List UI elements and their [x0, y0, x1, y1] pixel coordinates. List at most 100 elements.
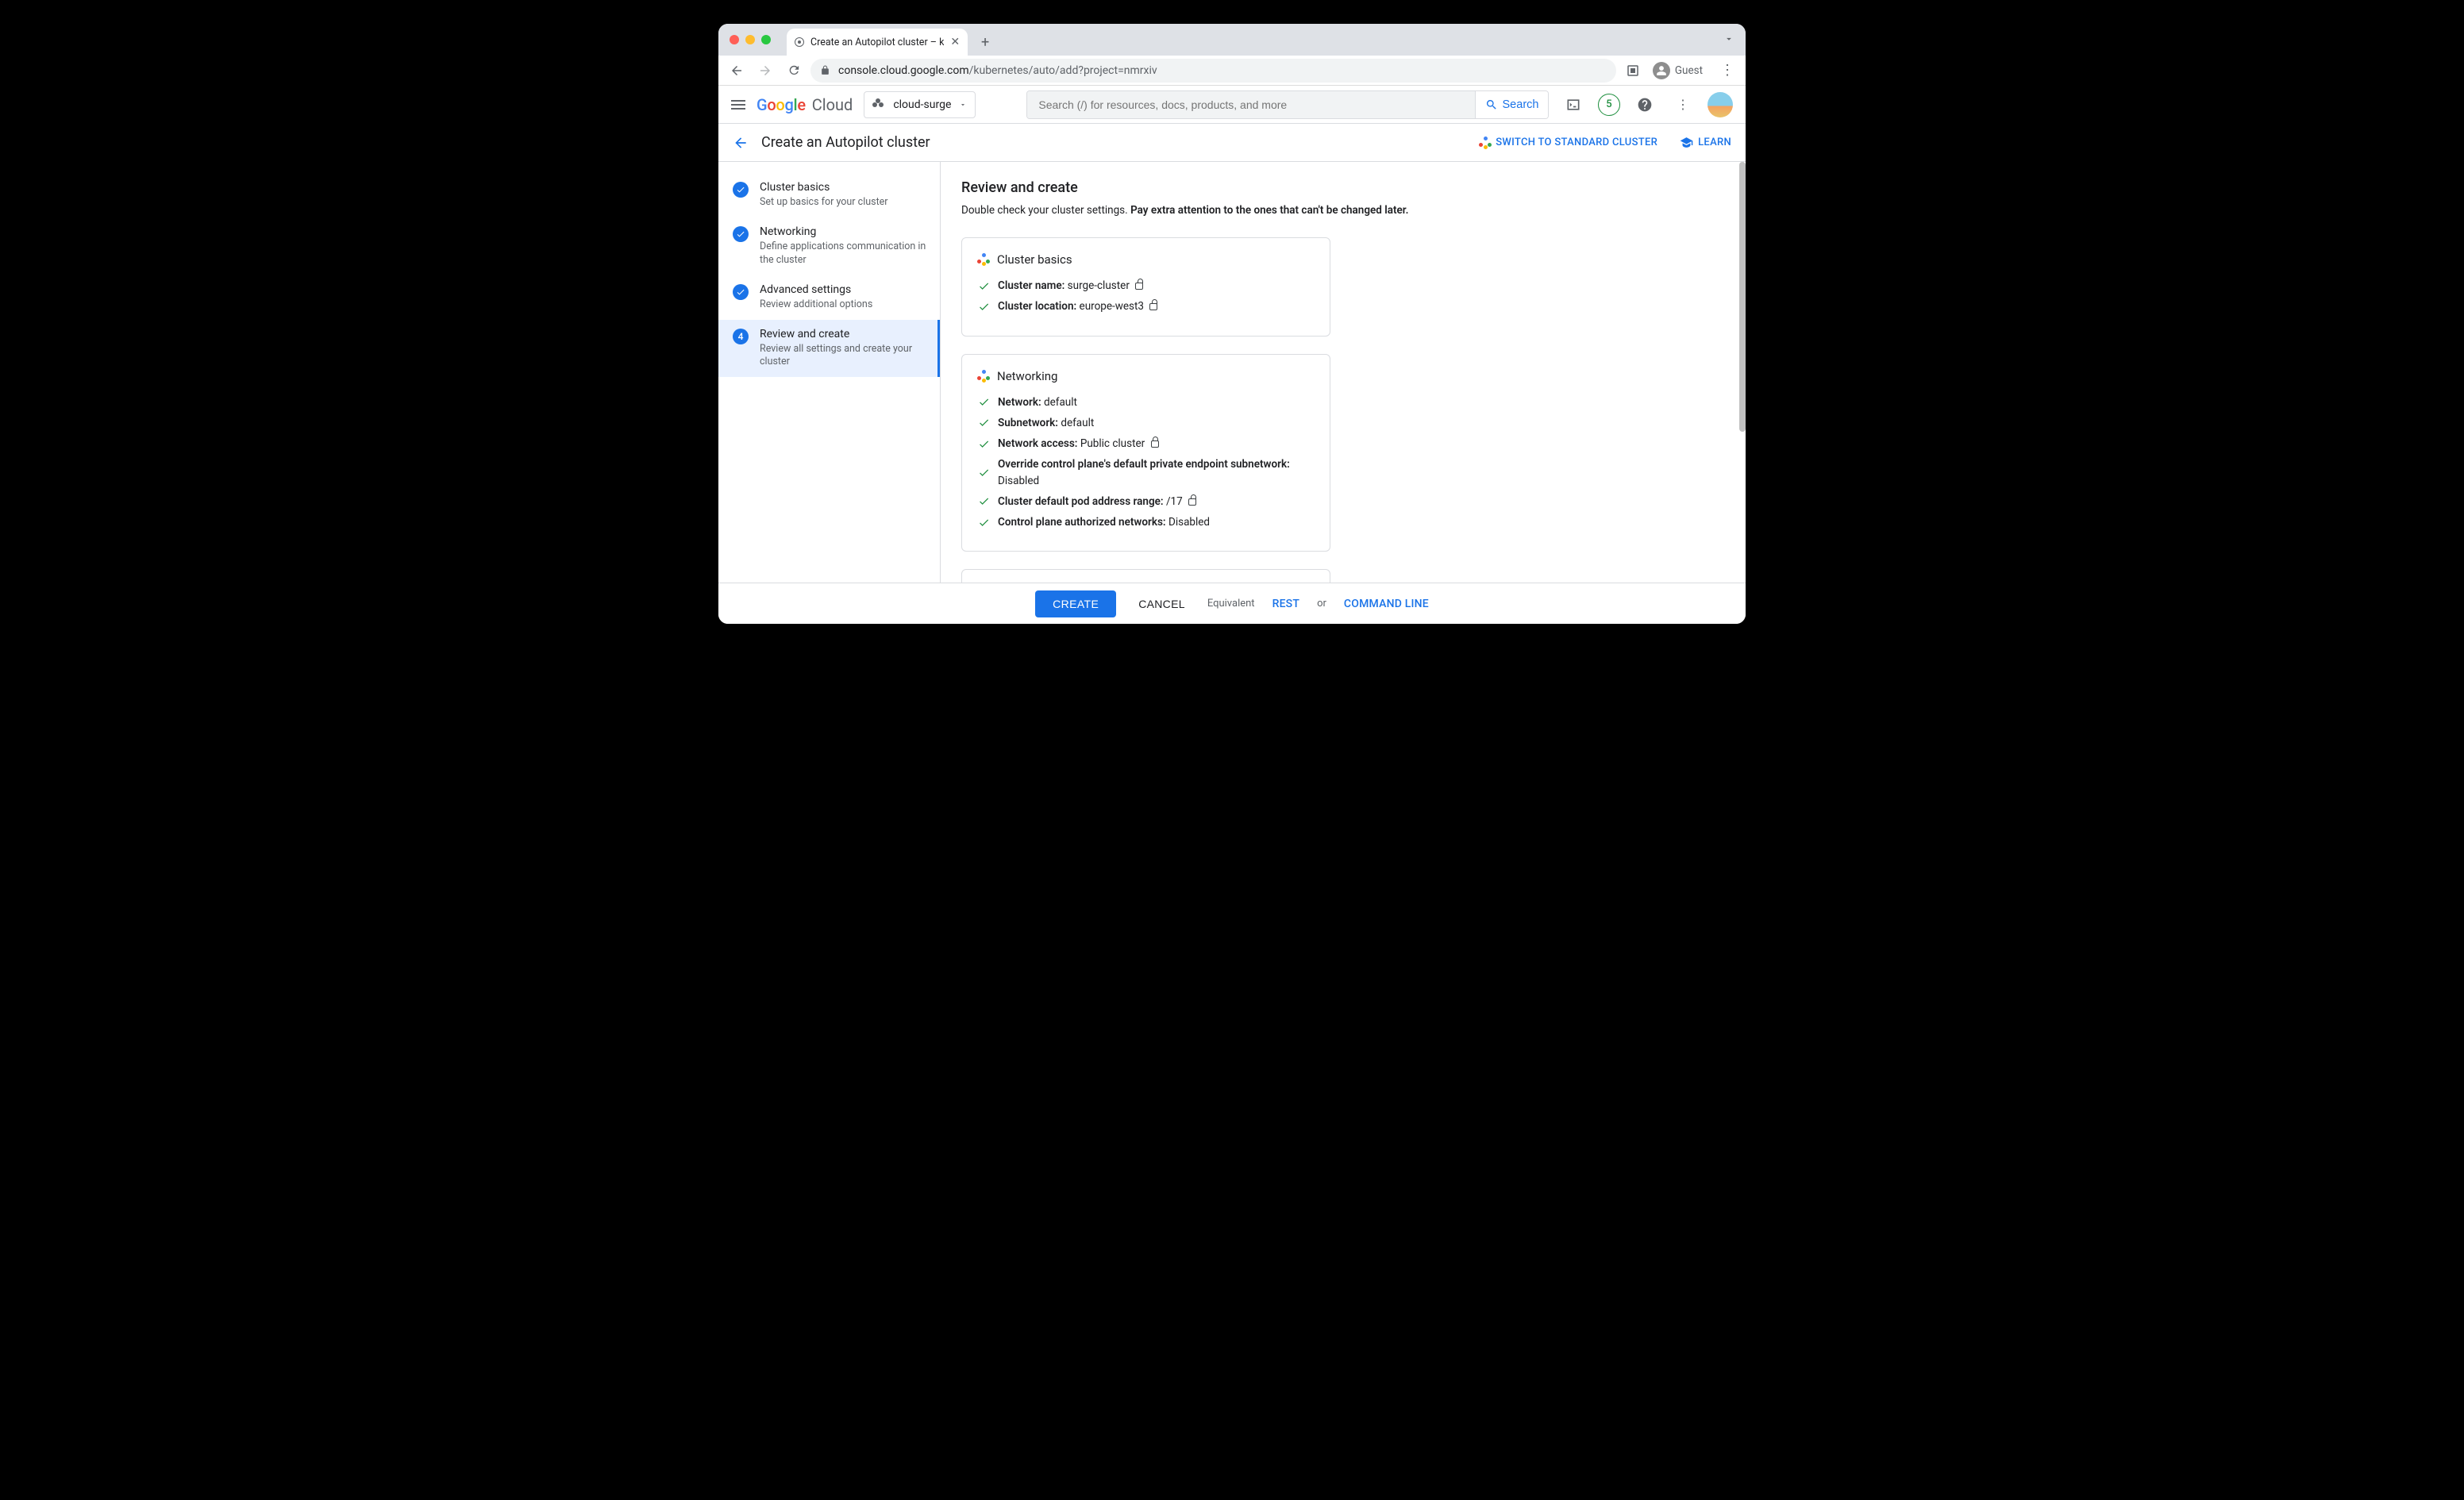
content-heading: Review and create	[961, 179, 1725, 196]
row-value: surge-cluster	[1068, 279, 1130, 292]
search-button-label: Search	[1503, 98, 1539, 111]
check-icon	[978, 438, 990, 450]
dropdown-icon	[959, 101, 967, 109]
switch-link-label: SWITCH TO STANDARD CLUSTER	[1496, 137, 1657, 148]
row-label: Subnetwork:	[998, 417, 1058, 429]
lock-icon	[1188, 498, 1196, 506]
cloud-logo-text: Cloud	[812, 95, 853, 114]
check-icon	[978, 396, 990, 408]
fullscreen-window-icon[interactable]	[761, 35, 771, 44]
create-button[interactable]: CREATE	[1035, 590, 1116, 617]
scrollbar[interactable]	[1739, 162, 1746, 432]
browser-toolbar: console.cloud.google.com/kubernetes/auto…	[718, 56, 1746, 86]
lock-icon	[1135, 283, 1143, 290]
row-value: Disabled	[998, 475, 1039, 487]
wizard-step-3[interactable]: Advanced settings Review additional optio…	[718, 275, 940, 320]
free-trial-badge[interactable]: 5	[1598, 94, 1620, 116]
help-icon[interactable]	[1631, 91, 1658, 118]
row-value: Disabled	[1168, 516, 1210, 529]
browser-window: Create an Autopilot cluster – k ✕ +	[718, 24, 1746, 624]
url-text: console.cloud.google.com/kubernetes/auto…	[838, 64, 1157, 77]
settings-menu-icon[interactable]: ⋮	[1669, 91, 1696, 118]
step-badge-icon	[733, 284, 749, 300]
forward-icon	[753, 59, 777, 83]
command-line-link[interactable]: COMMAND LINE	[1344, 598, 1429, 610]
card-title: Cluster basics	[978, 252, 1314, 267]
user-avatar[interactable]	[1707, 92, 1733, 117]
reload-icon[interactable]	[782, 59, 806, 83]
content-pane: Review and create Double check your clus…	[941, 162, 1746, 624]
row-value: default	[1044, 396, 1077, 409]
step-desc: Review all settings and create your clus…	[760, 343, 927, 370]
rest-link[interactable]: REST	[1272, 598, 1300, 610]
back-arrow-icon[interactable]	[733, 135, 749, 151]
search-input[interactable]	[1027, 91, 1475, 118]
profile-button[interactable]: Guest	[1650, 60, 1711, 82]
review-row: Subnetwork: default	[978, 415, 1314, 431]
review-row: Network access: Public cluster	[978, 436, 1314, 452]
row-label: Network access:	[998, 437, 1077, 450]
step-badge-icon	[733, 182, 749, 198]
review-row: Control plane authorized networks: Disab…	[978, 514, 1314, 530]
close-window-icon[interactable]	[730, 35, 739, 44]
new-tab-button[interactable]: +	[974, 31, 996, 53]
tab-overflow-icon[interactable]	[1723, 33, 1734, 44]
learn-link-label: LEARN	[1698, 137, 1731, 148]
browser-menu-icon[interactable]: ⋮	[1715, 62, 1739, 79]
row-label: Cluster name:	[998, 279, 1065, 292]
review-row: Cluster location: europe-west3	[978, 298, 1314, 314]
review-card: Cluster basics Cluster name: surge-cluste…	[961, 237, 1330, 337]
project-icon	[872, 98, 885, 111]
row-value: europe-west3	[1080, 300, 1145, 313]
profile-label: Guest	[1675, 64, 1703, 77]
close-tab-icon[interactable]: ✕	[950, 37, 960, 48]
wizard-step-1[interactable]: Cluster basicsSet up basics for your clu…	[718, 173, 940, 217]
learn-link[interactable]: LEARN	[1680, 136, 1731, 149]
step-title: Review and create	[760, 328, 927, 340]
address-bar[interactable]: console.cloud.google.com/kubernetes/auto…	[810, 59, 1616, 83]
row-label: Network:	[998, 396, 1041, 409]
equivalent-label: Equivalent	[1207, 598, 1255, 610]
switch-to-standard-link[interactable]: SWITCH TO STANDARD CLUSTER	[1480, 136, 1657, 149]
check-icon	[978, 417, 990, 429]
review-row: Network: default	[978, 394, 1314, 410]
tab-strip: Create an Autopilot cluster – k ✕ +	[718, 24, 1746, 56]
footer-actionbar: CREATE CANCEL Equivalent REST or COMMAND…	[718, 583, 1746, 624]
step-desc: Define applications communication in the…	[760, 240, 927, 267]
lock-icon	[820, 65, 830, 75]
step-title: Cluster basics	[760, 181, 888, 194]
step-title: Advanced settings	[760, 283, 872, 296]
row-value: default	[1061, 417, 1094, 429]
review-card: NetworkingNetwork: defaultSubnetwork: de…	[961, 354, 1330, 552]
check-icon	[978, 467, 990, 479]
install-app-icon[interactable]	[1621, 59, 1645, 83]
wizard-step-2[interactable]: NetworkingDefine applications communicat…	[718, 217, 940, 275]
step-badge-icon	[733, 226, 749, 242]
project-picker[interactable]: cloud-surge	[864, 91, 976, 118]
row-label: Cluster location:	[998, 300, 1076, 313]
check-icon	[978, 517, 990, 529]
minimize-window-icon[interactable]	[745, 35, 755, 44]
check-icon	[978, 495, 990, 507]
cancel-button[interactable]: CANCEL	[1134, 597, 1190, 611]
card-title: Networking	[978, 369, 1314, 383]
check-icon	[978, 301, 990, 313]
step-badge-icon: 4	[733, 329, 749, 344]
cluster-icon	[1480, 137, 1491, 148]
cloud-shell-icon[interactable]	[1560, 91, 1587, 118]
wizard-step-4[interactable]: 4 Review and create Review all settings an…	[718, 320, 940, 378]
browser-tab[interactable]: Create an Autopilot cluster – k ✕	[787, 29, 968, 56]
search-button[interactable]: Search	[1475, 91, 1548, 118]
back-icon[interactable]	[725, 59, 749, 83]
nav-menu-icon[interactable]	[731, 98, 745, 112]
step-desc: Review additional options	[760, 298, 872, 312]
review-row: Cluster default pod address range: /17	[978, 494, 1314, 510]
wizard-sidebar: Cluster basicsSet up basics for your clu…	[718, 162, 941, 624]
gcp-logo[interactable]: Google Cloud	[757, 95, 853, 114]
window-controls[interactable]	[730, 35, 771, 44]
lock-icon	[1149, 303, 1157, 310]
check-icon	[978, 280, 990, 292]
tab-favicon-icon	[795, 37, 804, 47]
row-label: Control plane authorized networks:	[998, 516, 1166, 529]
row-value: /17	[1166, 495, 1183, 508]
